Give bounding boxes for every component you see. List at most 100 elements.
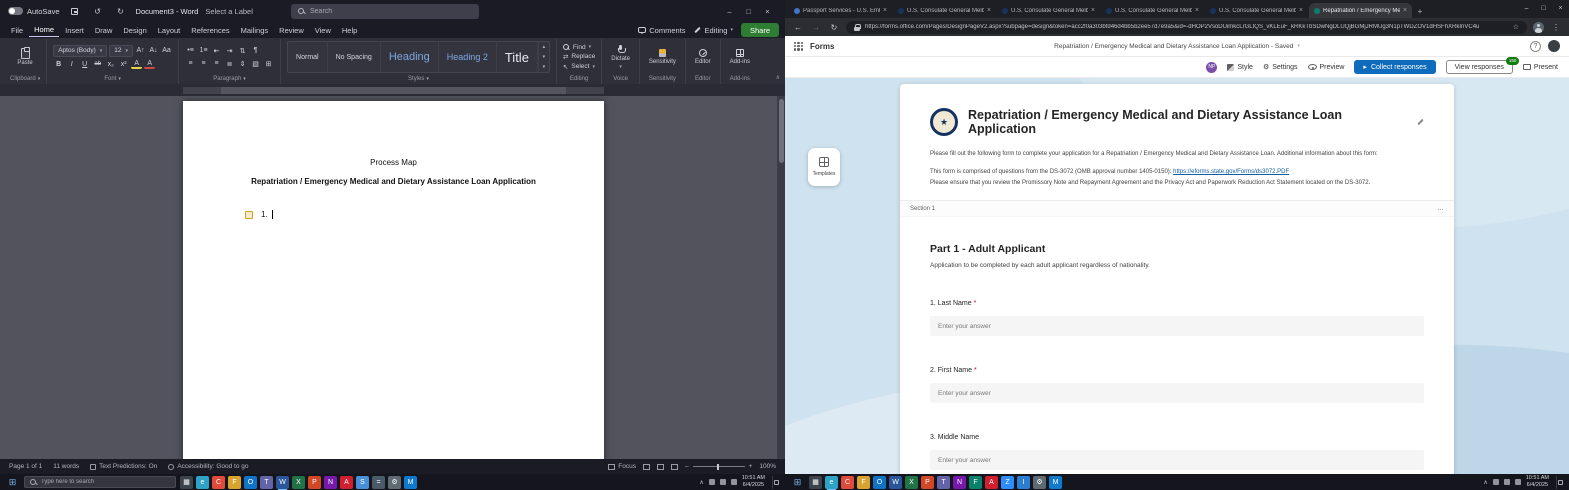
acrobat-app-icon[interactable]: A — [340, 476, 353, 489]
address-bar[interactable]: https://forms.office.com/Pages/DesignPag… — [846, 21, 1527, 34]
form-title-row[interactable]: ★ Repatriation / Emergency Medical and D… — [930, 108, 1424, 136]
undo-button[interactable]: ↺ — [90, 4, 106, 18]
teams-app-icon[interactable]: T — [937, 476, 950, 489]
answer-input[interactable] — [930, 383, 1424, 403]
menu-design[interactable]: Design — [118, 24, 151, 37]
sort-button[interactable]: ⇅ — [237, 45, 248, 56]
maximize-button[interactable]: □ — [1535, 0, 1552, 17]
zoom-slider[interactable]: – + — [685, 463, 752, 470]
network-icon[interactable] — [720, 479, 726, 485]
back-button[interactable]: ← — [792, 23, 804, 32]
forms-app-icon[interactable]: F — [969, 476, 982, 489]
style-normal[interactable]: Normal — [288, 42, 328, 72]
ds3072-link[interactable]: https://eforms.state.gov/Forms/ds3072.PD… — [1173, 169, 1289, 175]
editor-button[interactable]: Editor — [692, 49, 714, 65]
menu-review[interactable]: Review — [274, 24, 309, 37]
gallery-down-button[interactable]: ▾ — [539, 52, 549, 62]
browser-tab[interactable]: U.S. Consulate General Melbourne × — [997, 3, 1100, 18]
help-icon[interactable]: ? — [1530, 41, 1541, 52]
volume-icon[interactable] — [1515, 479, 1521, 485]
accessibility-status[interactable]: Accessibility: Good to go — [168, 463, 248, 470]
app-launcher-icon[interactable] — [794, 42, 803, 51]
autocorrect-options-icon[interactable] — [245, 211, 253, 219]
notifications-icon[interactable] — [1556, 476, 1564, 489]
menu-draw[interactable]: Draw — [90, 24, 118, 37]
powerpoint-app-icon[interactable]: P — [921, 476, 934, 489]
subscript-button[interactable]: x₂ — [105, 59, 116, 70]
settings-app-icon[interactable]: ⚙ — [1033, 476, 1046, 489]
web-layout-icon[interactable] — [671, 464, 678, 470]
part-title[interactable]: Part 1 - Adult Applicant — [930, 243, 1424, 255]
view-responses-button[interactable]: View responses 150 — [1446, 60, 1513, 74]
word-count[interactable]: 11 words — [53, 463, 79, 470]
tab-close-icon[interactable]: × — [987, 7, 991, 14]
question-block[interactable]: 1. Last Name* — [930, 300, 1424, 336]
browser-tab[interactable]: U.S. Consulate General Melbourne × — [1205, 3, 1308, 18]
tab-close-icon[interactable]: × — [1403, 7, 1407, 14]
scrollbar-thumb[interactable] — [779, 99, 784, 163]
font-color-button[interactable]: A — [144, 59, 155, 69]
browser-tab[interactable]: U.S. Consulate General Melbourne × — [1101, 3, 1204, 18]
refresh-button[interactable]: ↻ — [828, 23, 840, 32]
bookmark-star-icon[interactable]: ☆ — [1513, 23, 1519, 31]
tab-close-icon[interactable]: × — [1091, 7, 1095, 14]
align-center-button[interactable]: ≡ — [198, 58, 209, 69]
style-no-spacing[interactable]: No Spacing — [328, 42, 381, 72]
bullet-list-button[interactable]: •≡ — [185, 45, 196, 56]
highlight-color-button[interactable]: A — [131, 59, 142, 69]
excel-app-icon[interactable]: X — [905, 476, 918, 489]
presence-avatar[interactable]: NP — [1206, 62, 1217, 73]
paragraph-group-label[interactable]: Paragraph▾ — [213, 73, 246, 84]
document-page[interactable]: Process Map Repatriation / Emergency Med… — [183, 101, 604, 459]
forms-doc-title[interactable]: Repatriation / Emergency Medical and Die… — [1054, 43, 1300, 50]
tray-expand-icon[interactable]: ∧ — [1483, 479, 1487, 486]
sensitivity-button[interactable]: Sensitivity — [646, 49, 679, 65]
decrease-indent-button[interactable]: ⇤ — [211, 45, 222, 56]
show-formatting-button[interactable]: ¶ — [250, 45, 261, 56]
numbered-list-button[interactable]: 1≡ — [198, 45, 209, 56]
taskbar-search[interactable] — [24, 476, 176, 488]
templates-button[interactable]: Templates — [808, 148, 840, 186]
word-search-input[interactable] — [310, 8, 460, 15]
tray-expand-icon[interactable]: ∧ — [699, 479, 703, 486]
read-mode-icon[interactable] — [643, 464, 650, 470]
font-group-label[interactable]: Font▾ — [104, 73, 121, 84]
zoom-level[interactable]: 100% — [759, 463, 776, 470]
menu-layout[interactable]: Layout — [153, 24, 186, 37]
italic-button[interactable]: I — [66, 59, 77, 70]
comments-button[interactable]: Comments — [638, 26, 685, 35]
collect-responses-button[interactable]: ▸ Collect responses — [1354, 60, 1435, 74]
tab-close-icon[interactable]: × — [883, 7, 887, 14]
menu-home[interactable]: Home — [29, 23, 59, 37]
justify-button[interactable]: ≣ — [224, 58, 235, 69]
align-right-button[interactable]: ≡ — [211, 58, 222, 69]
replace-button[interactable]: ⇄Replace — [563, 53, 595, 61]
snipping-tool-app-icon[interactable]: S — [356, 476, 369, 489]
section-options-icon[interactable]: … — [1437, 205, 1444, 212]
forward-button[interactable]: → — [810, 23, 822, 32]
gallery-up-button[interactable]: ▴ — [539, 42, 549, 52]
dictate-button[interactable]: Dictate ▾ — [608, 45, 633, 70]
file-explorer-app-icon[interactable]: F — [857, 476, 870, 489]
edge-app-icon[interactable]: e — [825, 476, 838, 489]
grow-font-button[interactable]: A↑ — [135, 45, 146, 56]
profile-avatar[interactable] — [1533, 22, 1544, 33]
menu-mailings[interactable]: Mailings — [236, 24, 274, 37]
increase-indent-button[interactable]: ⇥ — [224, 45, 235, 56]
preview-button[interactable]: Preview — [1308, 64, 1345, 71]
menu-insert[interactable]: Insert — [60, 24, 89, 37]
autosave-toggle[interactable]: AutoSave — [8, 7, 60, 16]
strikethrough-button[interactable]: ab — [92, 59, 103, 70]
bold-button[interactable]: B — [53, 59, 64, 70]
answer-input[interactable] — [930, 450, 1424, 470]
collapse-ribbon-icon[interactable]: ∧ — [776, 74, 780, 81]
onedrive-icon[interactable] — [709, 479, 715, 485]
clipboard-group-label[interactable]: Clipboard▾ — [10, 73, 40, 84]
focus-button[interactable]: Focus — [608, 463, 636, 470]
line-spacing-button[interactable]: ⇕ — [237, 58, 248, 69]
forms-app-name[interactable]: Forms — [810, 42, 834, 51]
share-button[interactable]: Share — [741, 23, 779, 37]
borders-button[interactable]: ⊞ — [263, 58, 274, 69]
calculator-app-icon[interactable]: = — [372, 476, 385, 489]
photos-app-icon[interactable]: I — [1017, 476, 1030, 489]
